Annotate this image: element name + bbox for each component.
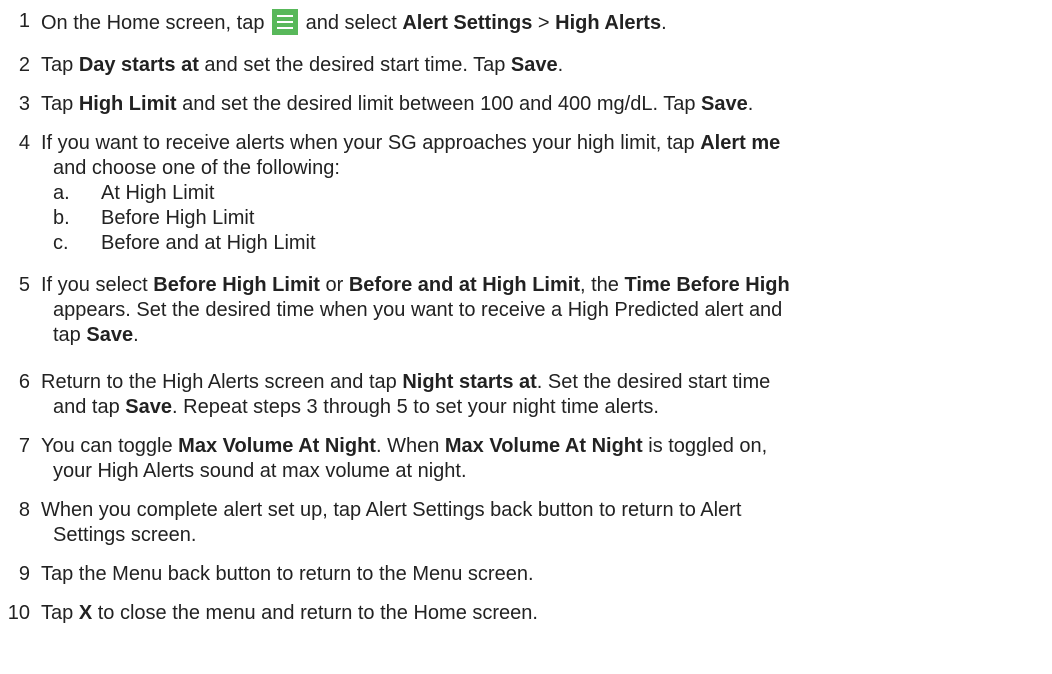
bold-term: Save [510, 54, 558, 76]
step-number: 7 [18, 435, 30, 457]
menu-icon [272, 9, 299, 35]
option-a: a. At High Limit [53, 182, 215, 204]
bold-term: High Alerts [555, 12, 662, 34]
step-text: When you complete alert set up, tap Aler… [41, 499, 742, 546]
step-text: Tap Day starts at and set the desired st… [41, 54, 564, 76]
bold-term: Alert me [700, 132, 781, 154]
step-number: 1 [18, 10, 30, 32]
option-b: b. Before High Limit [53, 207, 255, 229]
step-number: 10 [7, 602, 30, 624]
step-number: 3 [18, 93, 30, 115]
step-text: Tap the Menu back button to return to th… [41, 563, 534, 585]
bold-term: Save [125, 396, 173, 418]
step-text: On the Home screen, tap and select Alert… [41, 9, 1048, 36]
bold-term: Alert Settings [402, 12, 533, 34]
bold-term: Day starts at [78, 54, 199, 76]
step-number: 2 [18, 54, 30, 76]
step-number: 8 [18, 499, 30, 521]
bold-term: Max Volume At Night [444, 435, 643, 457]
step-text: Tap High Limit and set the desired limit… [41, 93, 754, 115]
bold-term: Before and at High Limit [348, 274, 580, 296]
bold-term: High Limit [78, 93, 177, 115]
step-number: 4 [18, 132, 30, 154]
step-text: If you want to receive alerts when your … [41, 131, 1048, 256]
bold-term: X [78, 602, 93, 624]
bold-term: Night starts at [402, 371, 537, 393]
step-number: 5 [18, 274, 30, 296]
bold-term: Before High Limit [153, 274, 320, 296]
step-text: If you select Before High Limit or Befor… [41, 274, 790, 346]
bold-term: Save [701, 93, 748, 115]
bold-term: Time Before High [624, 274, 790, 296]
step-number: 6 [18, 371, 30, 393]
bold-term: Max Volume At Night [178, 435, 376, 457]
bold-term: Save [86, 324, 134, 346]
step-text: Tap X to close the menu and return to th… [41, 602, 538, 624]
step-number: 9 [18, 563, 30, 585]
step-text: Return to the High Alerts screen and tap… [41, 371, 771, 418]
option-c: c. Before and at High Limit [53, 232, 316, 254]
step-text: You can toggle Max Volume At Night. When… [41, 435, 768, 482]
